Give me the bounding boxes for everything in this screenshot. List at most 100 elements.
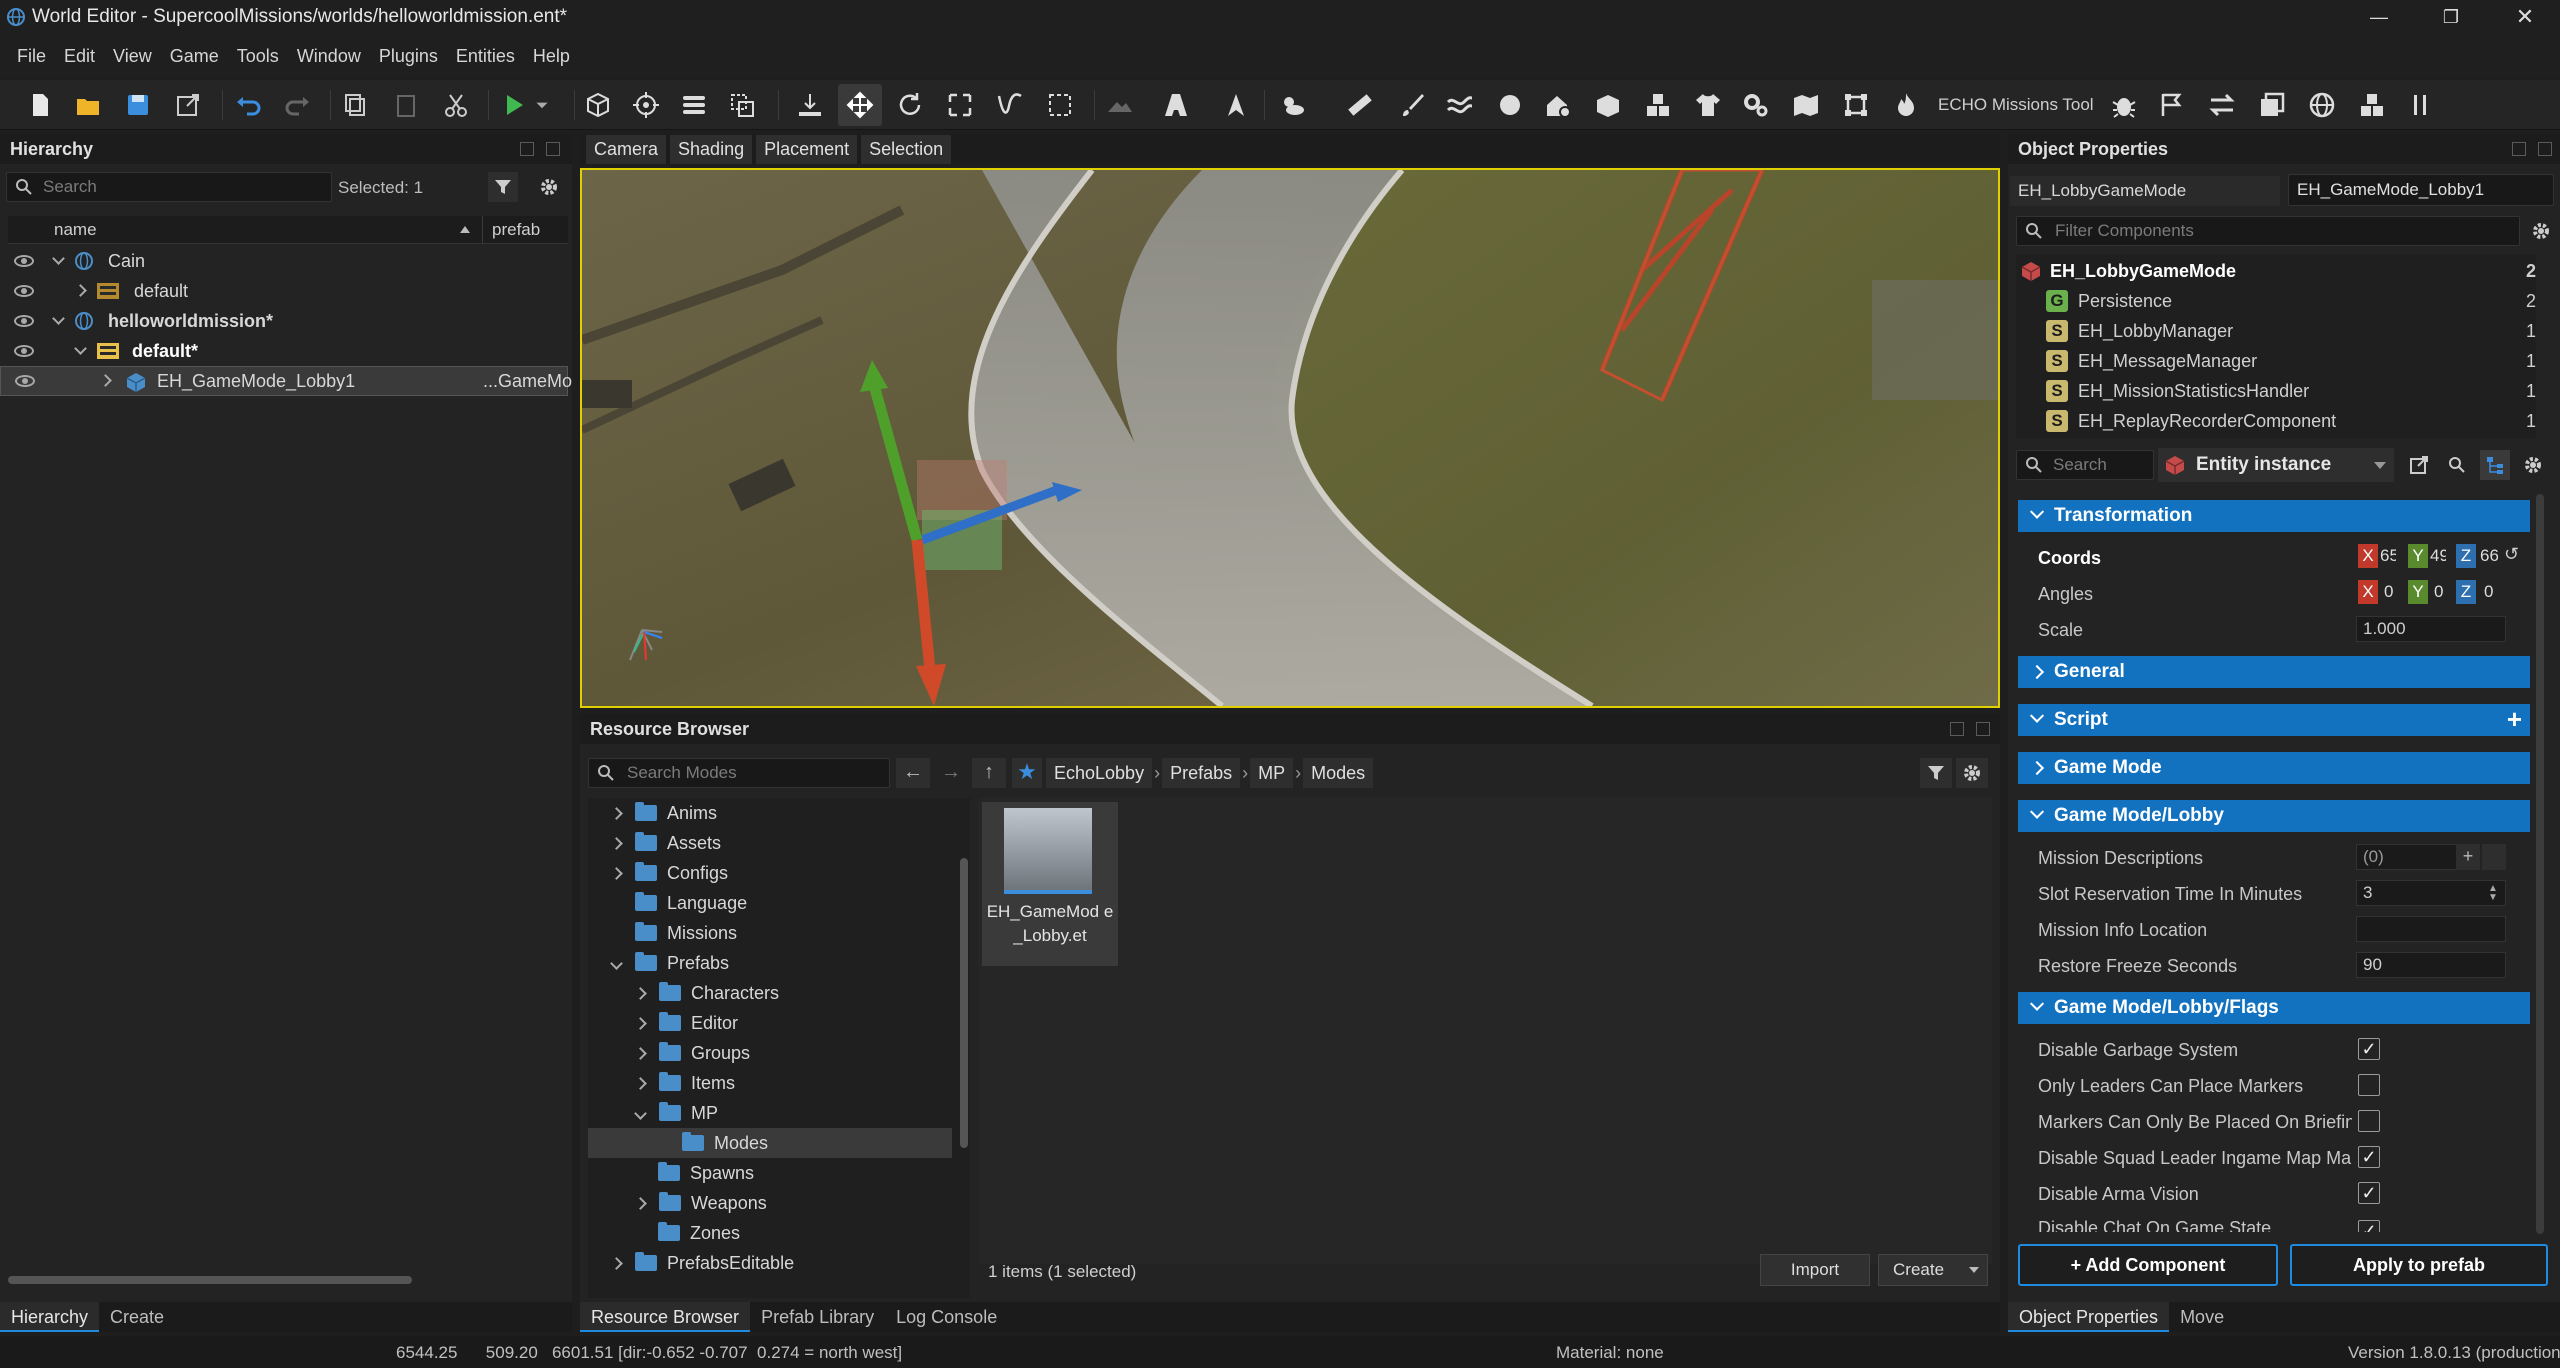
hierarchy-row-selected[interactable]: EH_GameMode_Lobby1 ...GameMo bbox=[0, 366, 572, 396]
mission-info-location-input[interactable] bbox=[2356, 916, 2506, 942]
property-search-input[interactable]: Search bbox=[2016, 450, 2154, 480]
tree-item[interactable]: Characters bbox=[634, 978, 779, 1008]
river-icon[interactable] bbox=[1438, 84, 1482, 126]
expand-chevron-icon[interactable] bbox=[52, 312, 65, 325]
restore-button[interactable]: ❐ bbox=[2420, 0, 2482, 34]
angle-z-input[interactable]: 0 bbox=[2484, 580, 2493, 604]
column-name[interactable]: name bbox=[54, 220, 97, 240]
3d-viewport[interactable] bbox=[580, 168, 2000, 708]
slot-reservation-input[interactable]: 3 bbox=[2356, 880, 2506, 906]
column-prefab[interactable]: prefab bbox=[492, 220, 540, 240]
open-external-icon[interactable] bbox=[2404, 450, 2434, 480]
ruler-icon[interactable] bbox=[1338, 84, 1382, 126]
breadcrumb-modes[interactable]: Modes bbox=[1303, 758, 1374, 788]
menu-game[interactable]: Game bbox=[170, 46, 219, 67]
tree-item[interactable]: Groups bbox=[634, 1038, 750, 1068]
add-component-button[interactable]: + Add Component bbox=[2018, 1244, 2278, 1286]
tree-item[interactable]: MP bbox=[634, 1098, 718, 1128]
tree-item[interactable]: Missions bbox=[635, 918, 737, 948]
search-icon[interactable] bbox=[2442, 450, 2472, 480]
layers-icon[interactable] bbox=[672, 84, 716, 126]
tree-item[interactable]: Spawns bbox=[658, 1158, 754, 1188]
import-button[interactable]: Import bbox=[1760, 1254, 1870, 1286]
reset-undo-icon[interactable]: ↺ bbox=[2504, 544, 2519, 565]
horizontal-scrollbar[interactable] bbox=[8, 1276, 412, 1284]
hierarchy-row[interactable]: Cain bbox=[0, 246, 568, 276]
menu-edit[interactable]: Edit bbox=[64, 46, 95, 67]
hierarchy-row[interactable]: default bbox=[0, 276, 568, 306]
tree-item[interactable]: Items bbox=[634, 1068, 735, 1098]
menu-window[interactable]: Window bbox=[297, 46, 361, 67]
curve-tool-icon[interactable] bbox=[988, 84, 1032, 126]
tree-item[interactable]: Editor bbox=[634, 1008, 738, 1038]
menu-help[interactable]: Help bbox=[533, 46, 570, 67]
tab-prefab-library[interactable]: Prefab Library bbox=[750, 1302, 885, 1332]
tab-create[interactable]: Create bbox=[99, 1302, 175, 1332]
hierarchy-search-input[interactable]: Search bbox=[6, 172, 332, 202]
filter-icon[interactable] bbox=[488, 172, 518, 202]
menu-tools[interactable]: Tools bbox=[237, 46, 279, 67]
hierarchy-row[interactable]: helloworldmission* bbox=[0, 306, 568, 336]
expand-chevron-icon[interactable] bbox=[74, 284, 87, 297]
undock-icon[interactable] bbox=[2512, 142, 2526, 156]
angle-y-input[interactable]: 0 bbox=[2434, 580, 2443, 604]
expand-chevron-icon[interactable] bbox=[52, 252, 65, 265]
flag-checkbox-checked[interactable]: ✓ bbox=[2358, 1182, 2380, 1204]
pause-icon[interactable] bbox=[2398, 84, 2442, 126]
section-general[interactable]: General bbox=[2018, 656, 2530, 688]
bounds-icon[interactable] bbox=[1834, 84, 1878, 126]
filter-icon[interactable] bbox=[1920, 758, 1952, 788]
breadcrumb-mp[interactable]: MP bbox=[1250, 758, 1294, 788]
entity-instance-dropdown[interactable]: Entity instance bbox=[2158, 448, 2394, 482]
undo-icon[interactable] bbox=[226, 84, 270, 126]
spinner-arrows-icon[interactable]: ▲ ▼ bbox=[2488, 884, 2498, 903]
coord-x-input[interactable]: 65 bbox=[2380, 544, 2396, 568]
cube-icon[interactable] bbox=[576, 84, 620, 126]
copy-icon[interactable] bbox=[334, 84, 378, 126]
tree-item[interactable]: Weapons bbox=[634, 1188, 767, 1218]
favorite-star-icon[interactable]: ★ bbox=[1012, 758, 1042, 788]
tree-item[interactable]: Configs bbox=[610, 858, 728, 888]
expand-chevron-icon[interactable] bbox=[74, 342, 87, 355]
move-tool-icon[interactable] bbox=[838, 84, 882, 126]
menu-file[interactable]: File bbox=[17, 46, 46, 67]
scale-tool-icon[interactable] bbox=[938, 84, 982, 126]
flag-checkbox[interactable] bbox=[2358, 1110, 2380, 1132]
terrain-icon[interactable] bbox=[1098, 84, 1142, 126]
restore-freeze-input[interactable]: 90 bbox=[2356, 952, 2506, 978]
flag-checkbox-checked[interactable]: ✓ bbox=[2358, 1146, 2380, 1168]
component-item[interactable]: S EH_MissionStatisticsHandler 1 bbox=[2016, 376, 2536, 406]
vertical-scrollbar[interactable] bbox=[960, 858, 968, 1148]
crates-icon[interactable] bbox=[2350, 84, 2394, 126]
hierarchy-row[interactable]: default* bbox=[0, 336, 568, 366]
forward-arrow-icon[interactable]: → bbox=[934, 758, 968, 788]
save-icon[interactable] bbox=[116, 84, 160, 126]
place-on-ground-icon[interactable] bbox=[788, 84, 832, 126]
scale-input[interactable]: 1.000 bbox=[2356, 616, 2506, 642]
fire-icon[interactable] bbox=[1884, 84, 1928, 126]
visibility-eye-icon[interactable] bbox=[14, 255, 34, 267]
map-marker-icon[interactable] bbox=[1784, 84, 1828, 126]
component-item[interactable]: S EH_ReplayRecorderComponent 1 bbox=[2016, 406, 2536, 436]
close-panel-icon[interactable] bbox=[1976, 722, 1990, 736]
remove-item-button[interactable] bbox=[2482, 844, 2506, 870]
open-folder-icon[interactable] bbox=[66, 84, 110, 126]
menu-view[interactable]: View bbox=[113, 46, 152, 67]
tab-selection[interactable]: Selection bbox=[861, 134, 952, 164]
section-game-mode[interactable]: Game Mode bbox=[2018, 752, 2530, 784]
visibility-eye-icon[interactable] bbox=[14, 285, 34, 297]
copy-stack-icon[interactable] bbox=[2250, 84, 2294, 126]
flag-checkbox-checked[interactable]: ✓ bbox=[2358, 1220, 2380, 1232]
component-item[interactable]: S EH_LobbyManager 1 bbox=[2016, 316, 2536, 346]
weather-icon[interactable] bbox=[1270, 84, 1314, 126]
echo-missions-tool-label[interactable]: ECHO Missions Tool bbox=[1932, 92, 2100, 118]
menu-plugins[interactable]: Plugins bbox=[379, 46, 438, 67]
settings-gear-icon[interactable] bbox=[534, 172, 564, 202]
tab-resource-browser[interactable]: Resource Browser bbox=[580, 1302, 751, 1332]
breadcrumb-prefabs[interactable]: Prefabs bbox=[1162, 758, 1241, 788]
section-lobby-flags[interactable]: Game Mode/Lobby/Flags bbox=[2018, 992, 2530, 1024]
add-item-plus-icon[interactable]: + bbox=[2456, 844, 2480, 870]
tree-item[interactable]: Anims bbox=[610, 798, 717, 828]
pivot-icon[interactable] bbox=[624, 84, 668, 126]
coord-z-input[interactable]: 66 bbox=[2480, 544, 2498, 568]
